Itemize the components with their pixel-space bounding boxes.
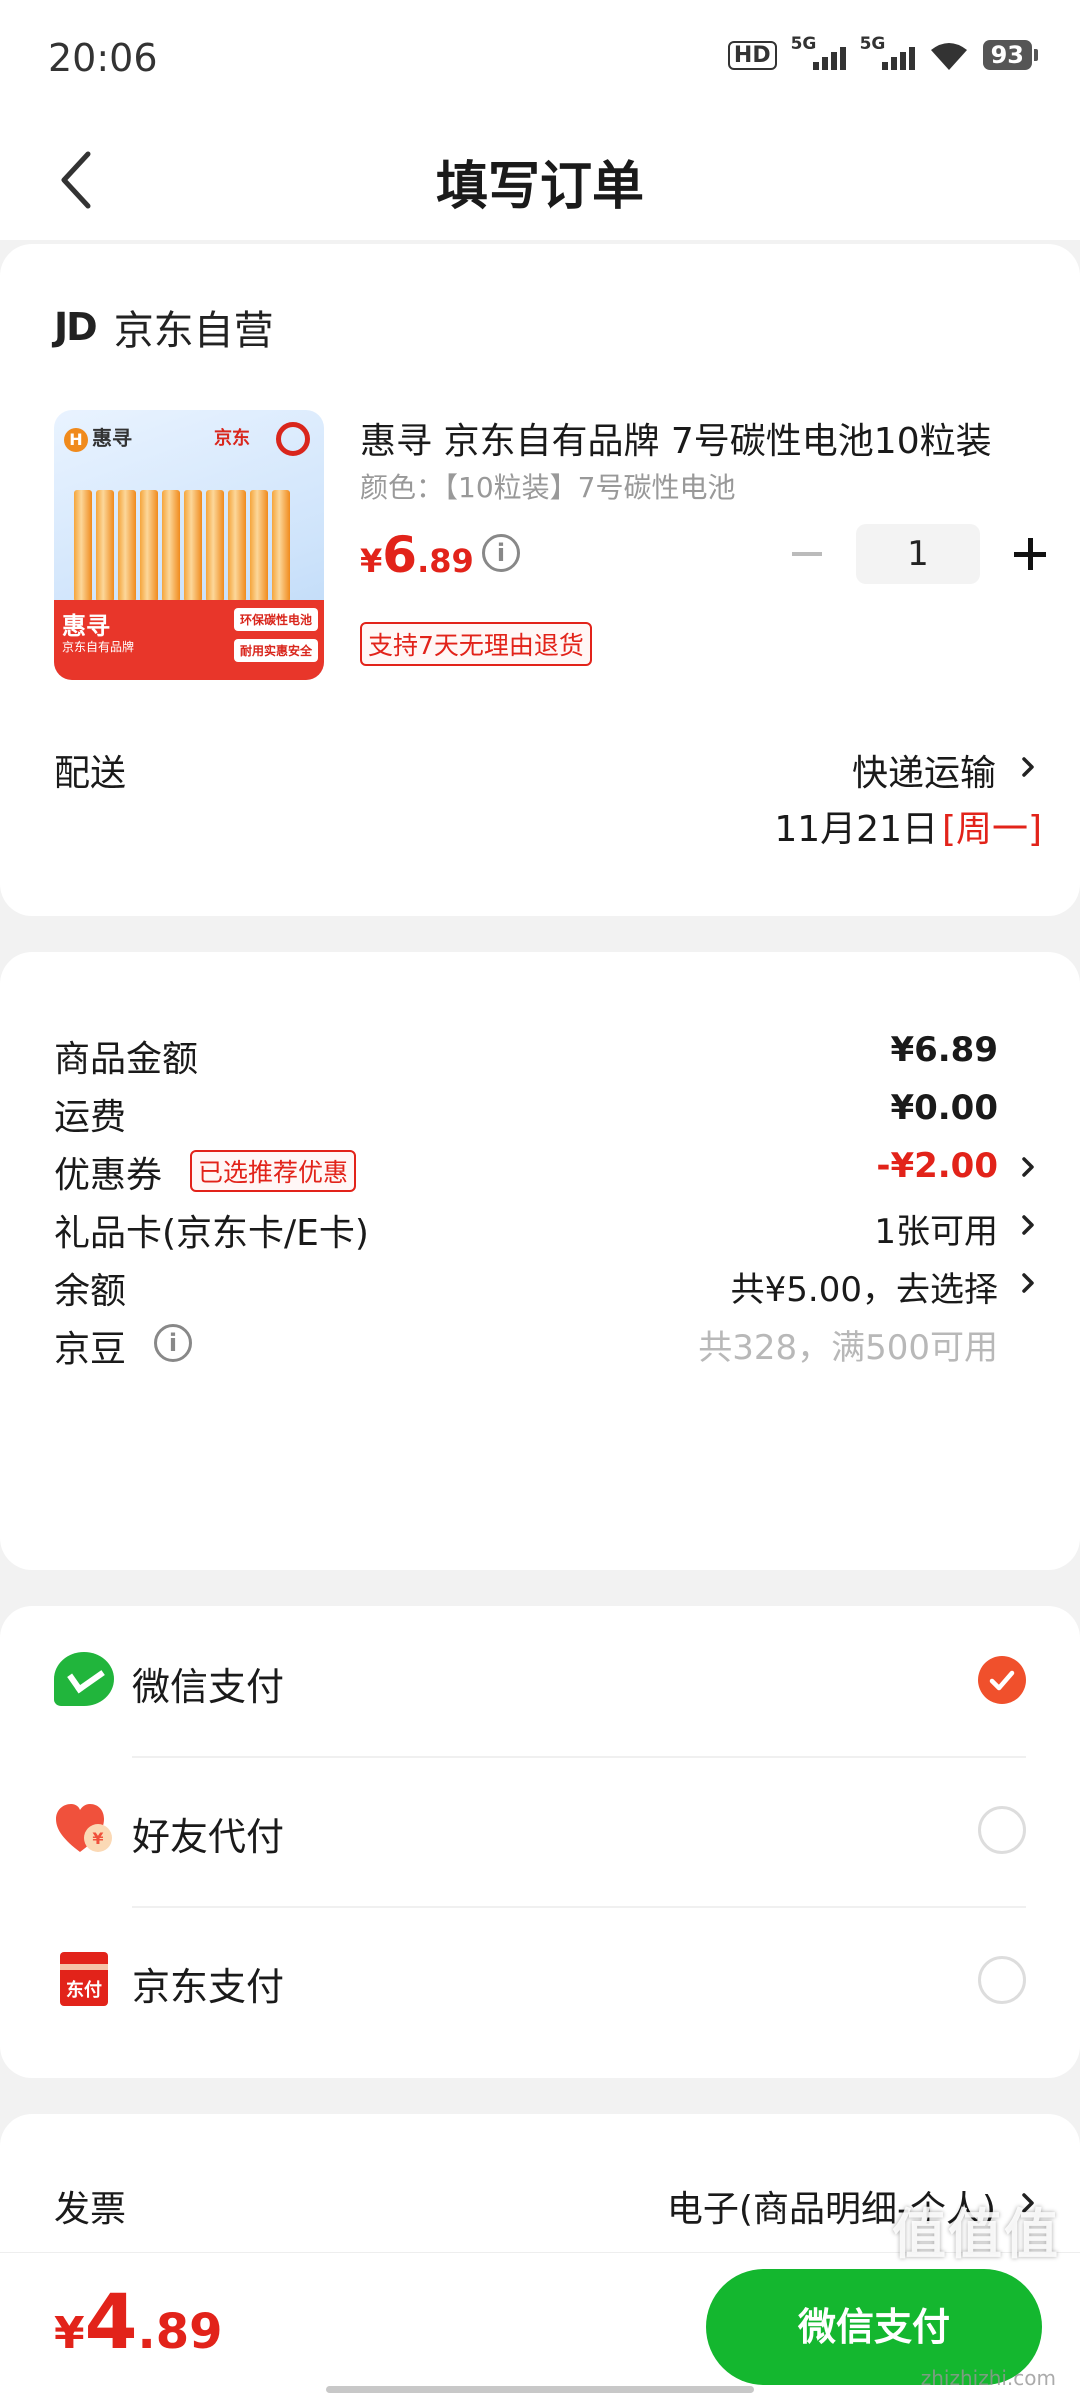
chevron-right-icon[interactable] xyxy=(1016,752,1040,782)
jd-beans-value: 共328，满500可用 xyxy=(698,1328,998,1368)
balance-label[interactable]: 余额 xyxy=(54,1262,126,1314)
quantity-stepper: 1 xyxy=(786,524,1060,584)
signal-icon: 5G xyxy=(860,34,915,70)
total-price: ¥4.89 xyxy=(54,2277,223,2366)
chevron-right-icon[interactable] xyxy=(1016,1268,1040,1298)
product-image-brand: H 惠寻 xyxy=(64,422,132,452)
chevron-right-icon[interactable] xyxy=(1016,1210,1040,1240)
gift-card-label[interactable]: 礼品卡(京东卡/E卡) xyxy=(54,1204,369,1256)
status-icons: HD 5G 5G 93 xyxy=(727,34,1039,70)
signal-icon: 5G xyxy=(791,34,846,70)
product-spec[interactable]: 颜色：【10粒装】7号碳性电池 xyxy=(360,466,735,506)
svg-text:¥: ¥ xyxy=(92,1829,103,1848)
shop-card: JD 京东自营 H 惠寻 京东 惠寻 京东自有品牌 环保碳性电池 耐用实惠安全 惠… xyxy=(0,244,1080,916)
payment-methods-card: 微信支付 ¥ 好友代付 东付 京东支付 xyxy=(0,1606,1080,2078)
hd-icon: HD xyxy=(727,40,777,70)
battery-icon: 93 xyxy=(982,40,1039,70)
radio-checked-icon[interactable] xyxy=(978,1656,1026,1704)
jd-logo-icon: JD xyxy=(54,305,98,349)
home-indicator[interactable] xyxy=(326,2386,754,2393)
subtotal-label: 商品金额 xyxy=(54,1039,199,1080)
price-info-icon[interactable]: i xyxy=(482,534,520,572)
payment-option-wechat[interactable]: 微信支付 xyxy=(0,1606,1080,1756)
shipping-fee-label: 运费 xyxy=(54,1097,127,1138)
product-image-mark-icon xyxy=(276,422,310,456)
payment-option-jdpay[interactable]: 东付 京东支付 xyxy=(0,1906,1080,2056)
watermark-logo: 值值值 xyxy=(892,2203,1060,2266)
product-image-partner: 京东 xyxy=(214,428,250,449)
nav-bar: 填写订单 xyxy=(0,120,1080,240)
checkout-bar: ¥4.89 微信支付 xyxy=(0,2252,1080,2400)
watermark-url: zhizhizhi.com xyxy=(920,2366,1056,2390)
jd-beans-label: 京豆 xyxy=(54,1329,127,1370)
jd-beans-info-icon[interactable]: i xyxy=(154,1324,192,1362)
shop-name: 京东自营 xyxy=(113,308,274,354)
product-price: ¥6.89 xyxy=(360,526,474,584)
product-title[interactable]: 惠寻 京东自有品牌 7号碳性电池10粒装 xyxy=(360,412,1000,464)
radio-unchecked-icon[interactable] xyxy=(978,1956,1026,2004)
payment-option-label: 微信支付 xyxy=(132,1665,285,1709)
delivery-label: 配送 xyxy=(54,753,127,794)
page-title: 填写订单 xyxy=(435,157,644,217)
product-image[interactable]: H 惠寻 京东 惠寻 京东自有品牌 环保碳性电池 耐用实惠安全 xyxy=(54,410,324,680)
shop-header[interactable]: JD 京东自营 xyxy=(54,298,274,356)
return-policy-badge: 支持7天无理由退货 xyxy=(360,622,592,666)
quantity-input[interactable]: 1 xyxy=(856,524,980,584)
wechat-icon xyxy=(54,1652,114,1706)
battery-illustration xyxy=(74,490,290,602)
increase-quantity-button[interactable] xyxy=(1000,524,1060,584)
shipping-fee-value: ¥0.00 xyxy=(890,1088,998,1128)
svg-text:东付: 东付 xyxy=(66,1979,102,2001)
wifi-icon xyxy=(930,43,967,70)
payment-option-label: 好友代付 xyxy=(132,1815,285,1859)
delivery-weekday[interactable]: [周一] xyxy=(942,800,1042,852)
product-image-panel: 惠寻 京东自有品牌 环保碳性电池 耐用实惠安全 xyxy=(54,600,324,680)
coupon-recommended-tag: 已选推荐优惠 xyxy=(190,1150,357,1192)
balance-value[interactable]: 共¥5.00，去选择 xyxy=(731,1262,998,1311)
delivery-method[interactable]: 快递运输 xyxy=(852,744,996,796)
chevron-right-icon[interactable] xyxy=(1016,1152,1040,1182)
status-bar: 20:06 HD 5G 5G 93 xyxy=(0,0,1080,120)
status-time: 20:06 xyxy=(48,36,158,80)
jd-pay-icon: 东付 xyxy=(54,1952,114,2006)
payment-option-friend[interactable]: ¥ 好友代付 xyxy=(0,1756,1080,1906)
delivery-date[interactable]: 11月21日 xyxy=(774,800,938,852)
order-summary-card: 商品金额 ¥6.89 运费 ¥0.00 优惠券 已选推荐优惠 -¥2.00 礼品… xyxy=(0,952,1080,1570)
decrease-quantity-button[interactable] xyxy=(786,524,826,584)
gift-card-value[interactable]: 1张可用 xyxy=(874,1204,998,1253)
invoice-label: 发票 xyxy=(54,2189,127,2230)
subtotal-value: ¥6.89 xyxy=(890,1030,998,1070)
coupon-label[interactable]: 优惠券 xyxy=(54,1146,162,1198)
payment-option-label: 京东支付 xyxy=(132,1965,285,2009)
radio-unchecked-icon[interactable] xyxy=(978,1806,1026,1854)
coupon-value[interactable]: -¥2.00 xyxy=(876,1146,998,1186)
heart-yuan-icon: ¥ xyxy=(54,1802,114,1856)
